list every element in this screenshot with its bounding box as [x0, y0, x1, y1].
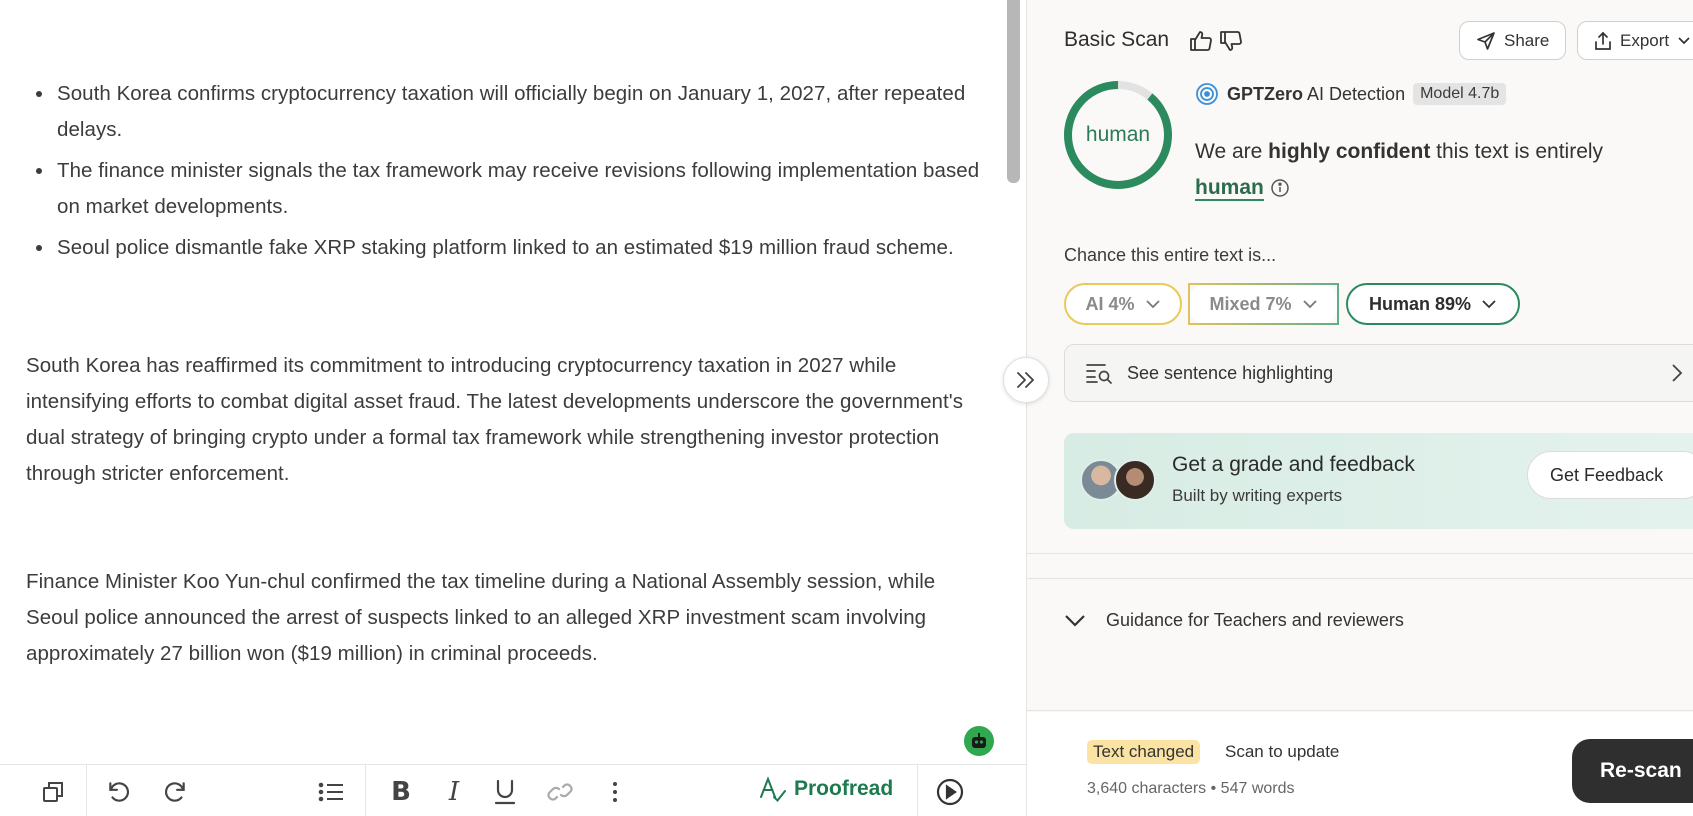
divider: [1027, 578, 1693, 579]
underline-icon[interactable]: [488, 777, 522, 807]
bullet-text: The finance minister signals the tax fra…: [57, 159, 980, 218]
chevron-right-icon: [1672, 364, 1683, 382]
gptzero-logo-icon: [1196, 83, 1218, 105]
italic-icon[interactable]: I: [437, 777, 471, 807]
double-chevron-right-icon: [1017, 372, 1034, 388]
rescan-button[interactable]: Re-scan: [1572, 739, 1693, 803]
model-badge: Model 4.7b: [1413, 83, 1507, 105]
product-name: AI Detection: [1307, 83, 1406, 104]
confidence-prefix: We are: [1195, 140, 1263, 163]
list-item: South Korea confirms cryptocurrency taxa…: [26, 76, 986, 148]
scan-status-bar: Text changed Scan to update 3,640 charac…: [1027, 712, 1693, 816]
guidance-accordion[interactable]: Guidance for Teachers and reviewers: [1064, 610, 1404, 631]
paragraph: Finance Minister Koo Yun-chul confirmed …: [26, 570, 936, 665]
share-button[interactable]: Share: [1459, 21, 1567, 60]
play-icon[interactable]: [933, 777, 967, 807]
bullet-list-icon[interactable]: [314, 777, 348, 807]
sentence-highlighting-button[interactable]: See sentence highlighting: [1064, 344, 1693, 402]
bullet-dot: [36, 168, 42, 174]
bullet-list: South Korea confirms cryptocurrency taxa…: [26, 76, 986, 266]
verdict-link[interactable]: human: [1195, 176, 1264, 201]
redo-icon[interactable]: [158, 777, 192, 807]
panel-title: Basic Scan: [1064, 28, 1170, 51]
get-feedback-button[interactable]: Get Feedback: [1527, 451, 1693, 499]
toolbar-divider: [917, 765, 918, 816]
editor-content[interactable]: South Korea confirms cryptocurrency taxa…: [26, 76, 986, 672]
text-changed-badge: Text changed: [1087, 740, 1201, 764]
thumbs-up-icon[interactable]: [1189, 30, 1213, 57]
send-icon: [1477, 31, 1495, 50]
bullet-dot: [36, 91, 42, 97]
highlight-label: See sentence highlighting: [1127, 362, 1334, 383]
human-probability-chip[interactable]: Human 89%: [1346, 283, 1520, 325]
bullet-dot: [36, 245, 42, 251]
assistant-bot-icon[interactable]: [964, 726, 994, 756]
chance-label: Chance this entire text is...: [1064, 245, 1277, 265]
text-search-icon: [1086, 364, 1112, 384]
text-counts: 3,640 characters • 547 words: [1087, 780, 1295, 797]
ring-label: human: [1085, 123, 1151, 146]
info-icon[interactable]: [1270, 178, 1290, 198]
feedback-subtitle: Built by writing experts: [1172, 486, 1343, 505]
detection-title: GPTZero AI Detection: [1227, 84, 1405, 105]
chevron-down-icon: [1145, 300, 1160, 309]
scan-results-panel: Basic Scan Share Export human GPTZero AI…: [1026, 0, 1693, 816]
divider: [1027, 710, 1693, 711]
list-item: Seoul police dismantle fake XRP staking …: [26, 230, 986, 266]
divider: [1027, 553, 1693, 554]
link-icon[interactable]: [543, 777, 577, 807]
toolbar-divider: [86, 765, 87, 816]
chip-label: Mixed 7%: [1209, 293, 1292, 314]
chevron-down-icon: [1482, 300, 1496, 309]
upload-icon: [1595, 31, 1611, 50]
scan-update-hint: Scan to update: [1225, 742, 1340, 761]
avatar: [1114, 459, 1156, 501]
proofread-icon: [760, 776, 786, 803]
list-item: The finance minister signals the tax fra…: [26, 153, 986, 225]
toolbar-divider: [365, 765, 366, 816]
more-options-icon[interactable]: [598, 777, 632, 807]
bullet-text: South Korea confirms cryptocurrency taxa…: [57, 82, 966, 141]
editor-scrollbar[interactable]: [1007, 0, 1020, 183]
feedback-card: Get a grade and feedback Built by writin…: [1064, 433, 1693, 529]
export-button[interactable]: Export: [1577, 21, 1693, 60]
chip-label: Human 89%: [1368, 293, 1472, 314]
detection-header: GPTZero AI Detection Model 4.7b: [1195, 82, 1507, 106]
chevron-down-icon: [1678, 36, 1690, 44]
confidence-strong: highly confident: [1268, 140, 1431, 163]
chevron-down-icon: [1065, 614, 1085, 627]
chevron-down-icon: [1302, 300, 1317, 309]
confidence-suffix: this text is entirely: [1436, 140, 1604, 163]
ai-probability-chip[interactable]: AI 4%: [1064, 283, 1182, 325]
brand-name: GPTZero: [1227, 83, 1304, 104]
confidence-statement: We are highly confident this text is ent…: [1195, 134, 1665, 206]
feedback-title: Get a grade and feedback: [1172, 453, 1415, 476]
undo-icon[interactable]: [102, 777, 136, 807]
document-editor[interactable]: South Korea confirms cryptocurrency taxa…: [0, 0, 1026, 816]
mixed-probability-chip[interactable]: Mixed 7%: [1188, 283, 1339, 325]
collapse-panel-button[interactable]: [1003, 357, 1049, 403]
copy-icon[interactable]: [36, 777, 70, 807]
bold-icon[interactable]: B: [384, 777, 418, 807]
editor-toolbar: B I Proofread: [0, 764, 1026, 816]
chip-label: AI 4%: [1085, 293, 1135, 314]
share-label: Share: [1504, 30, 1550, 50]
proofread-label: Proofread: [794, 777, 894, 800]
proofread-button[interactable]: Proofread: [758, 775, 893, 803]
export-label: Export: [1620, 30, 1670, 50]
thumbs-down-icon[interactable]: [1219, 30, 1243, 57]
paragraph: South Korea has reaffirmed its commitmen…: [26, 354, 964, 485]
guidance-label: Guidance for Teachers and reviewers: [1106, 610, 1404, 630]
bullet-text: Seoul police dismantle fake XRP staking …: [57, 236, 954, 259]
